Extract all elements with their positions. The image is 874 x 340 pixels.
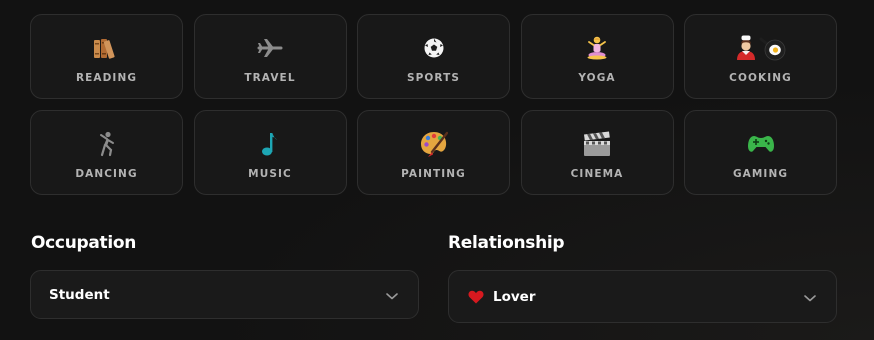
cook-icon xyxy=(734,35,788,61)
gamepad-icon xyxy=(747,131,775,157)
interest-reading[interactable]: READING xyxy=(30,14,183,99)
interest-painting[interactable]: PAINTING xyxy=(357,110,510,195)
soccer-ball-icon xyxy=(423,35,445,61)
interest-label: CINEMA xyxy=(570,168,624,180)
relationship-select[interactable]: Lover xyxy=(448,270,837,323)
music-note-icon xyxy=(261,131,279,157)
interest-label: YOGA xyxy=(578,72,616,84)
interest-yoga[interactable]: YOGA xyxy=(520,14,674,99)
books-icon xyxy=(93,35,121,61)
interest-travel[interactable]: TRAVEL xyxy=(193,14,347,99)
occupation-value: Student xyxy=(49,286,110,303)
interest-label: TRAVEL xyxy=(244,72,296,84)
clapperboard-icon xyxy=(583,131,611,157)
interest-label: COOKING xyxy=(729,72,792,84)
palette-icon xyxy=(420,131,448,157)
interests-grid: READING TRAVEL SPORTS YOGA COOKING DANCI… xyxy=(30,14,837,195)
relationship-title: Relationship xyxy=(448,233,565,253)
interest-label: PAINTING xyxy=(401,168,466,180)
occupation-select[interactable]: Student xyxy=(30,270,419,319)
interest-label: DANCING xyxy=(75,168,138,180)
interest-music[interactable]: MUSIC xyxy=(193,110,347,195)
interest-label: READING xyxy=(75,72,138,84)
interest-dancing[interactable]: DANCING xyxy=(30,110,183,195)
dancer-icon xyxy=(96,131,118,157)
interest-label: SPORTS xyxy=(406,72,461,84)
chevron-down-icon xyxy=(386,285,398,304)
yoga-icon xyxy=(586,35,608,61)
occupation-title: Occupation xyxy=(31,233,137,253)
interest-sports[interactable]: SPORTS xyxy=(357,14,510,99)
airplane-icon xyxy=(257,35,283,61)
relationship-value: Lover xyxy=(493,288,536,305)
interest-cinema[interactable]: CINEMA xyxy=(520,110,674,195)
interest-cooking[interactable]: COOKING xyxy=(684,14,837,99)
interest-label: GAMING xyxy=(732,168,789,180)
interest-gaming[interactable]: GAMING xyxy=(684,110,837,195)
heart-icon xyxy=(468,290,484,304)
interest-label: MUSIC xyxy=(248,168,292,180)
chevron-down-icon xyxy=(804,287,816,306)
